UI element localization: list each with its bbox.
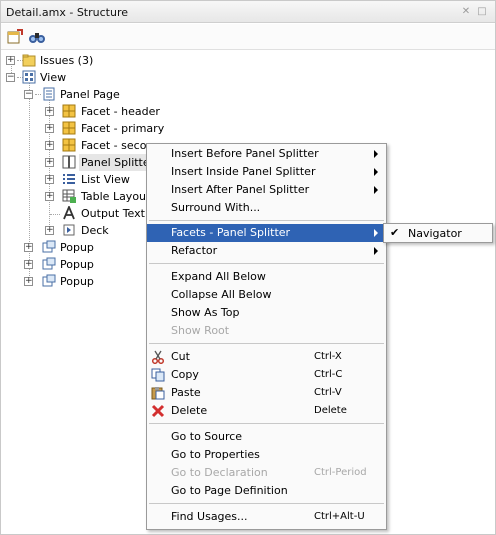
menu-show-as-top[interactable]: Show As Top	[147, 304, 386, 322]
binoculars-icon[interactable]	[28, 29, 46, 45]
submenu-arrow-icon	[374, 186, 378, 194]
submenu-arrow-icon	[374, 168, 378, 176]
tree-node-popup[interactable]: + Popup	[1, 273, 147, 290]
facet-icon	[62, 121, 76, 135]
expand-icon[interactable]: +	[45, 226, 54, 235]
facet-icon	[62, 104, 76, 118]
paste-icon	[151, 387, 165, 400]
panel-title: Detail.amx - Structure	[6, 6, 128, 19]
facet-icon	[62, 138, 76, 152]
tree-label: Deck	[81, 224, 109, 237]
menu-insert-inside[interactable]: Insert Inside Panel Splitter	[147, 163, 386, 181]
expand-icon[interactable]: +	[24, 243, 33, 252]
tree-node-popup[interactable]: + Popup	[1, 239, 147, 256]
menu-separator	[149, 503, 384, 504]
menu-go-to-declaration: Go to Declaration Ctrl-Period	[171, 466, 367, 479]
deck-icon	[63, 224, 75, 236]
expand-icon[interactable]: +	[6, 56, 15, 65]
menu-insert-after[interactable]: Insert After Panel Splitter	[147, 181, 386, 199]
collapse-icon[interactable]: −	[24, 90, 33, 99]
list-view-icon	[63, 174, 75, 184]
tree-node-panel-splitter[interactable]: + Panel Splitter	[1, 154, 157, 171]
popup-icon	[42, 240, 56, 253]
tree-label: Facet - header	[81, 105, 160, 118]
submenu-navigator[interactable]: Navigator	[408, 227, 462, 240]
tree-label: Facet - primary	[81, 122, 165, 135]
tree-node-deck[interactable]: + Deck	[1, 222, 147, 239]
tree-label: Popup	[60, 275, 94, 288]
panel-toolbar	[1, 24, 495, 50]
menu-find-usages[interactable]: Find Usages... Ctrl+Alt-U	[147, 508, 386, 526]
context-menu: Insert Before Panel Splitter Insert Insi…	[146, 143, 387, 530]
popup-icon	[42, 274, 56, 287]
output-text-icon	[63, 206, 75, 220]
panel-titlebar: Detail.amx - Structure ✕ □	[1, 1, 495, 23]
menu-refactor[interactable]: Refactor	[147, 242, 386, 260]
tree-label: List View	[81, 173, 130, 186]
menu-expand-all-below[interactable]: Expand All Below	[147, 268, 386, 286]
tree-label: Popup	[60, 258, 94, 271]
menu-cut[interactable]: Cut Ctrl-X	[147, 348, 386, 366]
submenu-arrow-icon	[374, 150, 378, 158]
checkmark-icon: ✔	[390, 226, 400, 239]
delete-icon	[151, 404, 165, 418]
tree-node-table-layout[interactable]: + Table Layout	[1, 188, 147, 205]
menu-delete[interactable]: Delete Delete	[147, 402, 386, 420]
expand-icon[interactable]: +	[45, 124, 54, 133]
view-icon	[22, 70, 36, 84]
expand-icon[interactable]: +	[24, 260, 33, 269]
tree-node-list-view[interactable]: + List View	[1, 171, 147, 188]
expand-icon[interactable]: +	[45, 158, 54, 167]
tree-node-facet-primary[interactable]: + Facet - primary	[1, 120, 201, 137]
minimize-icon[interactable]: ✕	[461, 7, 471, 17]
menu-copy[interactable]: Copy Ctrl-C	[147, 366, 386, 384]
scissors-icon	[151, 350, 165, 364]
copy-icon	[151, 368, 165, 382]
menu-go-to-properties[interactable]: Go to Properties	[147, 446, 386, 464]
expand-icon[interactable]: +	[45, 192, 54, 201]
table-layout-icon	[62, 189, 76, 203]
menu-separator	[149, 263, 384, 264]
tree-label: Table Layout	[81, 190, 147, 203]
tree-node-popup[interactable]: + Popup	[1, 256, 147, 273]
tree-node-facet-secondary[interactable]: + Facet - second	[1, 137, 147, 154]
tree-node-view[interactable]: − View	[1, 69, 201, 86]
expand-icon[interactable]: +	[45, 141, 54, 150]
menu-collapse-all-below[interactable]: Collapse All Below	[147, 286, 386, 304]
menu-separator	[149, 343, 384, 344]
menu-facets[interactable]: Facets - Panel Splitter	[147, 224, 386, 242]
menu-surround-with[interactable]: Surround With...	[147, 199, 386, 217]
popup-icon	[42, 257, 56, 270]
panel-page-icon	[43, 87, 55, 101]
menu-go-to-page-definition[interactable]: Go to Page Definition	[147, 482, 386, 500]
maximize-icon[interactable]: □	[477, 7, 487, 17]
tree-node-output-text[interactable]: Output Text -	[1, 205, 147, 222]
tree-label: Panel Splitter	[79, 154, 157, 171]
menu-separator	[149, 220, 384, 221]
tree-node-issues[interactable]: + Issues (3)	[1, 52, 201, 69]
collapse-icon[interactable]: −	[6, 73, 15, 82]
tree-node-panel-page[interactable]: − Panel Page	[1, 86, 201, 103]
menu-insert-before[interactable]: Insert Before Panel Splitter	[147, 145, 386, 163]
submenu-arrow-icon	[374, 247, 378, 255]
menu-show-root: Show Root	[171, 324, 230, 337]
tree-label: Output Text -	[81, 207, 147, 220]
issues-folder-icon	[22, 54, 36, 67]
tree-label: Panel Page	[60, 88, 120, 101]
tree-label: Issues (3)	[40, 54, 94, 67]
submenu-arrow-icon	[374, 229, 378, 237]
tree-label: Facet - second	[81, 139, 147, 152]
panel-splitter-icon	[62, 155, 76, 169]
menu-separator	[149, 423, 384, 424]
menu-go-to-source[interactable]: Go to Source	[147, 428, 386, 446]
tree-node-facet-header[interactable]: + Facet - header	[1, 103, 201, 120]
freeze-view-icon[interactable]	[6, 29, 24, 45]
tree-label: Popup	[60, 241, 94, 254]
expand-icon[interactable]: +	[45, 175, 54, 184]
menu-paste[interactable]: Paste Ctrl-V	[147, 384, 386, 402]
tree-label: View	[40, 71, 67, 84]
facets-submenu: ✔ Navigator	[383, 223, 493, 243]
expand-icon[interactable]: +	[45, 107, 54, 116]
expand-icon[interactable]: +	[24, 277, 33, 286]
